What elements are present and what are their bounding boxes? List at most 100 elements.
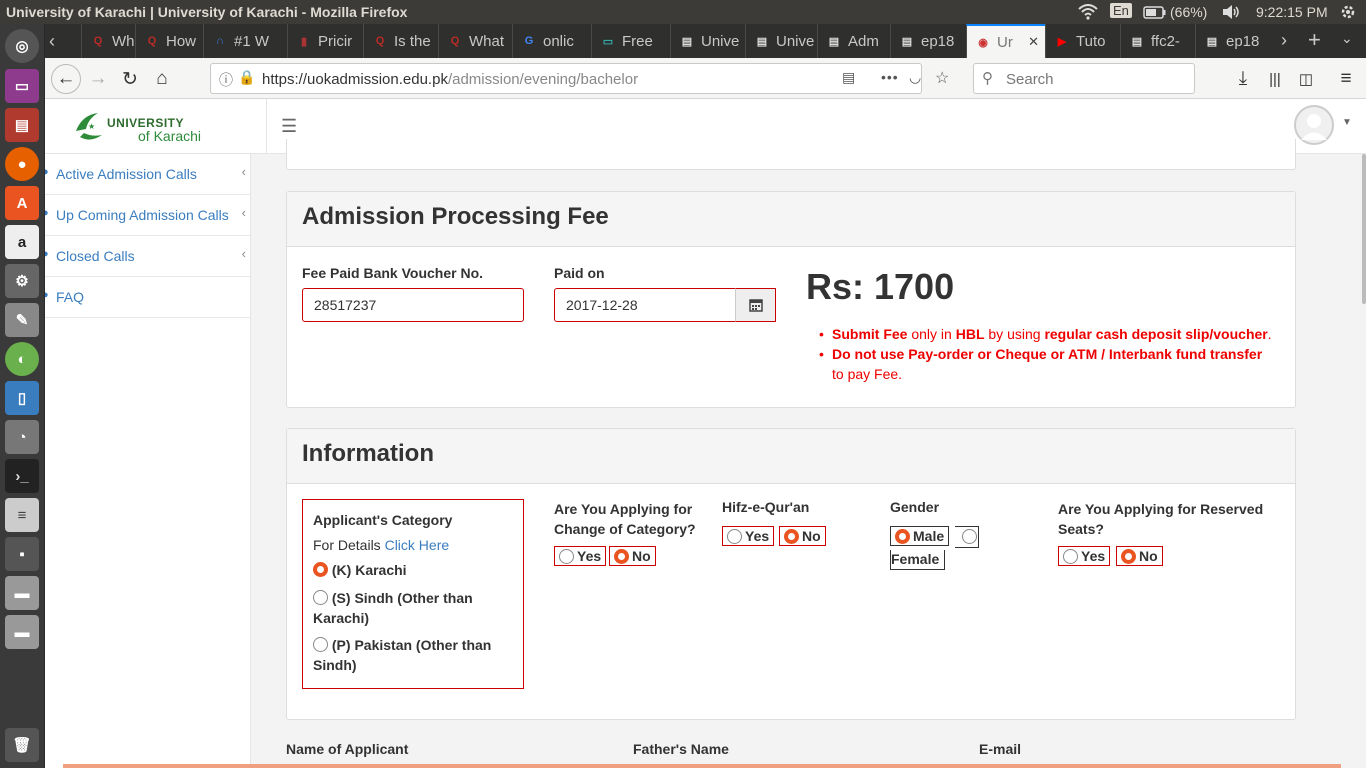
spring-icon[interactable]: ◐	[5, 342, 39, 376]
reserved-no[interactable]: No	[1116, 546, 1163, 566]
volume-icon[interactable]	[1221, 4, 1241, 23]
os-top-bar: University of Karachi | University of Ka…	[0, 0, 1366, 24]
tab-list-chevron-icon[interactable]: ⌄	[1341, 30, 1353, 47]
firefox-icon[interactable]: ●	[5, 147, 39, 181]
app-icon[interactable]: ▪	[5, 537, 39, 571]
page-icon: ▤	[1131, 35, 1143, 48]
tab[interactable]: Q What	[438, 24, 512, 58]
tab[interactable]: ▤ Unive	[670, 24, 745, 58]
downloads-icon[interactable]: ⤓	[1228, 64, 1258, 94]
hifz-no[interactable]: No	[779, 526, 826, 546]
clock[interactable]: 9:22:15 PM	[1256, 4, 1328, 20]
radio-selected[interactable]	[614, 548, 629, 564]
radio-unselected[interactable]	[962, 529, 977, 544]
page-actions-icon[interactable]: •••	[881, 69, 899, 85]
app-window-icon[interactable]: ▭	[5, 69, 39, 103]
forward-button[interactable]: →	[83, 64, 113, 94]
change-category-no[interactable]: No	[609, 546, 656, 566]
voucher-input[interactable]: 28517237	[302, 288, 524, 322]
pocket-icon[interactable]: ◡	[909, 69, 921, 86]
radio-unselected[interactable]	[313, 637, 328, 652]
software-center-icon[interactable]: A	[5, 186, 39, 220]
back-button[interactable]: ←	[51, 64, 81, 94]
wifi-icon[interactable]	[1078, 4, 1098, 23]
gender-male[interactable]: Male	[890, 526, 950, 546]
click-here-link[interactable]: Click Here	[385, 537, 450, 553]
tab[interactable]: Gonlic	[512, 24, 591, 58]
tab[interactable]: Q Is the	[363, 24, 438, 58]
document-icon[interactable]: ▯	[5, 381, 39, 415]
sidebar-item-closed-calls[interactable]: ● Closed Calls ‹	[45, 236, 251, 277]
tab[interactable]: ▤ ep18	[890, 24, 966, 58]
drive-icon[interactable]: ▬	[5, 615, 39, 649]
reader-view-icon[interactable]: ▤	[842, 69, 855, 86]
calendar-icon[interactable]	[735, 288, 776, 322]
category-option-sindh[interactable]: (S) Sindh (Other than Karachi)	[313, 588, 513, 628]
avatar-caret-icon[interactable]: ▼	[1342, 117, 1352, 128]
tab[interactable]: Q What	[81, 24, 135, 58]
bullet-icon: •	[819, 346, 824, 362]
category-option-pakistan[interactable]: (P) Pakistan (Other than Sindh)	[313, 635, 513, 675]
radio-unselected[interactable]	[727, 528, 742, 544]
editor-icon[interactable]: ✎	[5, 303, 39, 337]
battery-icon[interactable]	[1143, 6, 1167, 22]
keyboard-language[interactable]: En	[1110, 3, 1132, 18]
tab[interactable]: ▤ Unive	[745, 24, 817, 58]
gimp-icon[interactable]: ◔	[5, 420, 39, 454]
sidebar-item-upcoming-admission-calls[interactable]: ● Up Coming Admission Calls ‹	[45, 195, 251, 236]
radio-unselected[interactable]	[313, 590, 328, 605]
radio-selected[interactable]	[313, 562, 328, 577]
radio-selected[interactable]	[895, 528, 910, 544]
scrollbar-track[interactable]	[1345, 154, 1366, 768]
sidebar-toggle-hamburger-icon[interactable]: ☰	[281, 116, 297, 137]
tab[interactable]: ▶ Tuto	[1045, 24, 1120, 58]
info-icon[interactable]: ⓘ	[219, 70, 233, 90]
sidebar-item-label: FAQ	[56, 289, 85, 305]
radio-selected[interactable]	[1121, 548, 1136, 564]
gender-female[interactable]: Female	[890, 550, 945, 570]
user-avatar[interactable]	[1294, 105, 1334, 145]
tab[interactable]: ▤ ep18	[1195, 24, 1265, 58]
gender-female-radio-box[interactable]	[955, 526, 979, 548]
category-option-karachi[interactable]: (K) Karachi	[313, 560, 513, 580]
sidebar-toggle-icon[interactable]: ◫	[1291, 64, 1321, 94]
tab-scroll-right-icon[interactable]: ›	[1281, 30, 1287, 51]
tab[interactable]: ▮ Pricir	[287, 24, 363, 58]
drive-icon[interactable]: ▬	[5, 576, 39, 610]
tab[interactable]: Q How	[135, 24, 203, 58]
change-category-yes[interactable]: Yes	[554, 546, 607, 566]
ubuntu-dash-icon[interactable]: ◎	[5, 29, 39, 63]
tab-scroll-left-icon[interactable]: ‹	[49, 31, 55, 52]
radio-unselected[interactable]	[1063, 548, 1078, 564]
pricing-icon: ▮	[300, 35, 308, 48]
bookmark-star-icon[interactable]: ☆	[935, 68, 949, 88]
url-bar[interactable]: ⓘ 🔒 https://uokadmission.edu.pk/admissio…	[210, 63, 949, 94]
tab[interactable]: ◉ Ur ✕	[966, 24, 1045, 58]
files-icon[interactable]: ▤	[5, 108, 39, 142]
sidebar-item-active-admission-calls[interactable]: ● Active Admission Calls ‹	[45, 154, 251, 195]
tab[interactable]: ▤ ffc2-	[1120, 24, 1195, 58]
scrollbar-thumb[interactable]	[1362, 154, 1366, 304]
tab[interactable]: ▭ Free	[591, 24, 670, 58]
power-gear-icon[interactable]	[1340, 4, 1356, 23]
new-tab-button[interactable]: +	[1308, 27, 1321, 53]
reserved-yes[interactable]: Yes	[1058, 546, 1111, 566]
settings-icon[interactable]: ⚙	[5, 264, 39, 298]
tab[interactable]: ▤ Adm	[817, 24, 890, 58]
reload-button[interactable]: ↻	[115, 64, 145, 94]
terminal-icon[interactable]: ›_	[5, 459, 39, 493]
radio-selected[interactable]	[784, 528, 799, 544]
amazon-icon[interactable]: a	[5, 225, 39, 259]
tab[interactable]: ∩ #1 W	[203, 24, 287, 58]
search-bar[interactable]: ⚲ Search	[973, 63, 1195, 94]
sidebar-item-faq[interactable]: ● FAQ	[45, 277, 251, 318]
close-tab-icon[interactable]: ✕	[1028, 34, 1039, 50]
menu-hamburger-icon[interactable]: ≡	[1331, 64, 1361, 94]
library-icon[interactable]: |||	[1260, 64, 1290, 94]
url-text[interactable]: https://uokadmission.edu.pk/admission/ev…	[262, 71, 638, 88]
home-button[interactable]: ⌂	[147, 64, 177, 94]
radio-unselected[interactable]	[559, 548, 574, 564]
text-editor-icon[interactable]: ≡	[5, 498, 39, 532]
trash-icon[interactable]: 🗑	[5, 728, 39, 762]
hifz-yes[interactable]: Yes	[722, 526, 775, 546]
